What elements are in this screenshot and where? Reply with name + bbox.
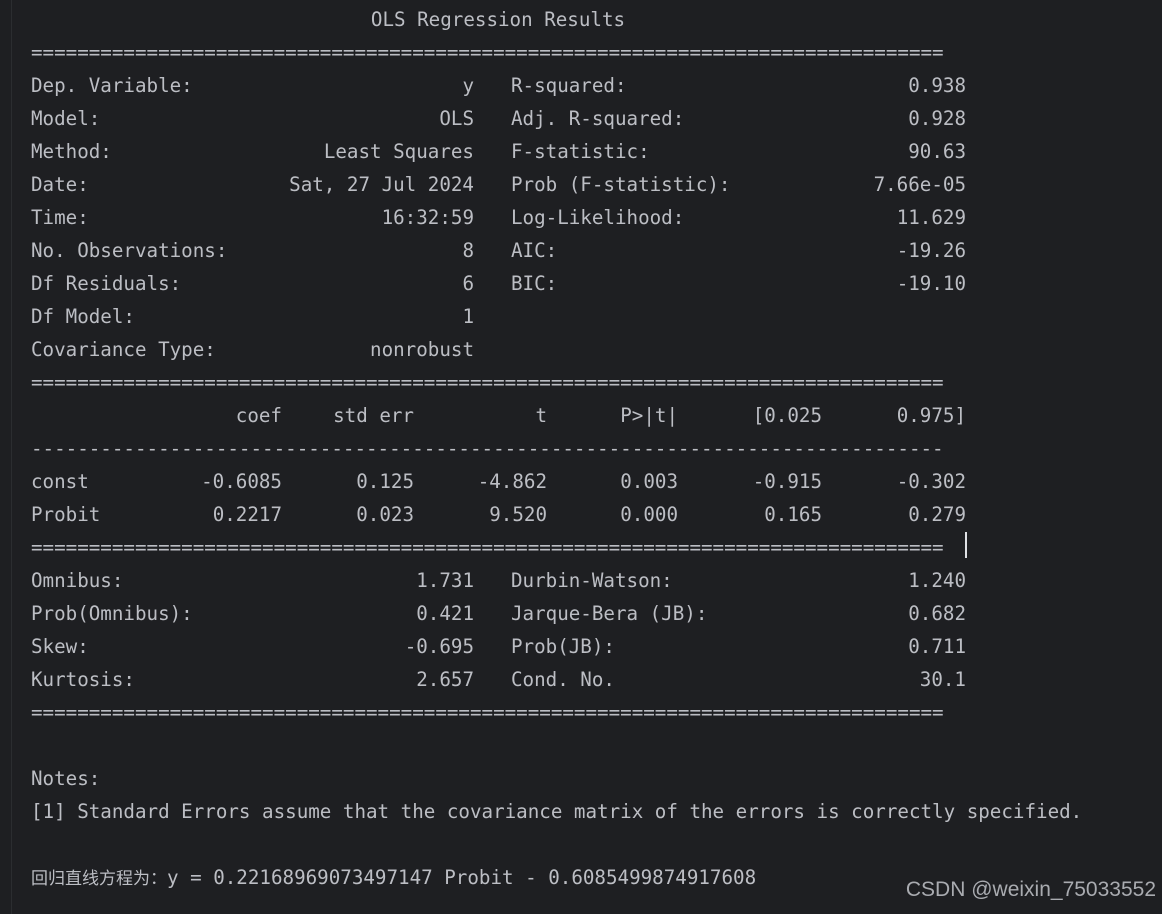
- text-cursor: [965, 532, 967, 558]
- diagnostic-value: 0.711: [908, 635, 966, 658]
- watermark: CSDN @weixin_75033552: [905, 878, 1156, 901]
- summary-row: Covariance Type: nonrobust: [31, 333, 966, 366]
- summary-row: Df Model: 1: [31, 300, 966, 333]
- stat-value: -19.26: [896, 239, 966, 262]
- diagnostic-value: 1.240: [908, 569, 966, 592]
- diagnostic-value: 2.657: [416, 668, 474, 691]
- diagnostic-row: Skew: -0.695 Prob(JB): 0.711: [31, 630, 966, 663]
- coef-header: 0.975]: [896, 404, 966, 427]
- equation-prefix: 回归直线方程为：: [31, 869, 167, 889]
- stat-value: 90.63: [908, 140, 966, 163]
- stat-value: -19.10: [896, 272, 966, 295]
- summary-value: Least Squares: [323, 140, 474, 163]
- summary-row: Date: Sat, 27 Jul 2024 Prob (F-statistic…: [31, 168, 966, 201]
- summary-row: No. Observations: 8 AIC: -19.26: [31, 234, 966, 267]
- summary-value: OLS: [439, 107, 474, 130]
- diagnostic-row: Kurtosis: 2.657 Cond. No. 30.1: [31, 663, 966, 696]
- single-separator: ----------------------------------------…: [31, 437, 944, 460]
- results-title: OLS Regression Results: [370, 8, 626, 31]
- diagnostic-value: 0.682: [908, 602, 966, 625]
- diagnostic-row: Prob(Omnibus): 0.421 Jarque-Bera (JB): 0…: [31, 597, 966, 630]
- coef-cell: -0.302: [896, 470, 966, 493]
- double-separator: ========================================…: [31, 371, 944, 394]
- summary-row: Dep. Variable: y R-squared: 0.938: [31, 69, 966, 102]
- summary-value: 16:32:59: [381, 206, 474, 229]
- diagnostic-value: 0.421: [416, 602, 474, 625]
- summary-value: nonrobust: [370, 338, 474, 361]
- summary-value: 6: [462, 272, 474, 295]
- double-separator: ========================================…: [31, 41, 944, 64]
- double-separator: ========================================…: [31, 536, 944, 559]
- diagnostic-value: 30.1: [919, 668, 966, 691]
- stat-value: 7.66e-05: [873, 173, 966, 196]
- coef-header-row: coef std err t P>|t| [0.025 0.975]: [31, 399, 966, 432]
- console-output: OLS Regression Results =================…: [0, 0, 1162, 914]
- coef-row: Probit 0.2217 0.023 9.520 0.000 0.165 0.…: [31, 498, 966, 531]
- summary-value: y: [462, 74, 474, 97]
- stat-value: 0.938: [908, 74, 966, 97]
- summary-row: Time: 16:32:59 Log-Likelihood: 11.629: [31, 201, 966, 234]
- summary-value: Sat, 27 Jul 2024: [289, 173, 474, 196]
- stat-value: 11.629: [896, 206, 966, 229]
- gutter-divider: [11, 0, 12, 914]
- summary-row: Model: OLS Adj. R-squared: 0.928: [31, 102, 966, 135]
- summary-value: 8: [462, 239, 474, 262]
- double-separator: ========================================…: [31, 701, 944, 724]
- diagnostic-value: 1.731: [416, 569, 474, 592]
- coef-row: const -0.6085 0.125 -4.862 0.003 -0.915 …: [31, 465, 966, 498]
- regression-equation: 回归直线方程为：y = 0.22168969073497147 Probit -…: [31, 861, 756, 894]
- notes-line: [1] Standard Errors assume that the cova…: [31, 800, 1083, 823]
- equation-formula: y = 0.22168969073497147 Probit - 0.60854…: [167, 866, 757, 889]
- diagnostic-row: Omnibus: 1.731 Durbin-Watson: 1.240: [31, 564, 966, 597]
- notes-heading: Notes:: [31, 767, 101, 790]
- summary-row: Method: Least Squares F-statistic: 90.63: [31, 135, 966, 168]
- summary-value: 1: [462, 305, 474, 328]
- stat-value: 0.928: [908, 107, 966, 130]
- diagnostic-value: -0.695: [404, 635, 474, 658]
- summary-row: Df Residuals: 6 BIC: -19.10: [31, 267, 966, 300]
- coef-cell: 0.279: [908, 503, 966, 526]
